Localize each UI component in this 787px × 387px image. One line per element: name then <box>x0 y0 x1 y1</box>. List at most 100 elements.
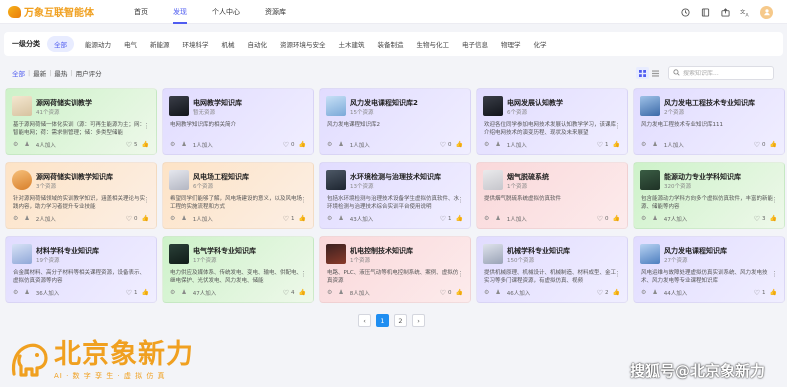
knowledge-base-card[interactable]: 电网教学知识库 暂无资源 电网教学知识库的相关简介 ⚙ ♟ 1人加入 ♡ 0 👍 <box>162 88 314 155</box>
settings-icon[interactable]: ⚙ <box>484 141 489 148</box>
knowledge-base-card[interactable]: 机电控制技术知识库 1个资源 电路、PLC、液压气动等机电控制系统、案例、虚拟仿… <box>319 236 471 303</box>
settings-icon[interactable]: ⚙ <box>641 141 646 148</box>
more-options-icon[interactable]: ⋮ <box>457 196 464 204</box>
category-resources-safety[interactable]: 资源环境与安全 <box>280 39 326 49</box>
category-bio-chemical[interactable]: 生物与化工 <box>417 39 450 49</box>
knowledge-base-card[interactable]: 水环境检测与治理技术知识库 13个资源 包括水环境检测与治理技术设备学生虚拟仿真… <box>319 162 471 229</box>
category-mechanical[interactable]: 机械 <box>222 39 235 49</box>
knowledge-base-card[interactable]: 材料学科专业知识库 19个资源 合金属材料、高分子材料等相关课程资源，设备表示、… <box>5 236 157 303</box>
more-options-icon[interactable]: ⋮ <box>143 196 150 204</box>
knowledge-base-card[interactable]: 机械学科专业知识库 150个资源 提供机械原理、机械设计、机械制造、材料成型、金… <box>476 236 628 303</box>
favorite-icon[interactable]: ♡ <box>754 141 760 149</box>
settings-icon[interactable]: ⚙ <box>13 215 18 222</box>
thumbs-up-icon[interactable]: 👍 <box>456 215 463 222</box>
favorite-icon[interactable]: ♡ <box>754 215 760 223</box>
thumbs-up-icon[interactable]: 👍 <box>770 289 777 296</box>
translate-icon[interactable]: 文A <box>738 5 752 19</box>
thumbs-up-icon[interactable]: 👍 <box>770 141 777 148</box>
knowledge-base-card[interactable]: 烟气脱硫系统 1个资源 提供烟气脱硫系统虚拟仿真软件 ⚙ ♟ 1人加入 ♡ 0 … <box>476 162 628 229</box>
filter-all[interactable]: 全部 <box>12 68 25 78</box>
category-physics[interactable]: 物理学 <box>501 39 521 49</box>
page-button-2[interactable]: 2 <box>394 314 407 327</box>
filter-newest[interactable]: 最新 <box>33 68 46 78</box>
app-logo[interactable]: 万象互联智能体 <box>8 4 120 19</box>
more-options-icon[interactable]: ⋮ <box>614 270 621 278</box>
settings-icon[interactable]: ⚙ <box>327 289 332 296</box>
more-options-icon[interactable]: ⋮ <box>143 122 150 130</box>
settings-icon[interactable]: ⚙ <box>170 141 175 148</box>
knowledge-base-card[interactable]: 风力发电课程知识库 27个资源 风电运维与故障处理虚拟仿真实训系统、风力发电技术… <box>633 236 785 303</box>
user-avatar[interactable] <box>760 5 773 19</box>
more-options-icon[interactable]: ⋮ <box>771 270 778 278</box>
category-civil-construction[interactable]: 土木建筑 <box>339 39 365 49</box>
search-input[interactable] <box>683 69 768 77</box>
knowledge-base-card[interactable]: 电网发展认知教学 6个资源 欢迎各位同学参加电网技术发展认知教学学习，该课库介绍… <box>476 88 628 155</box>
nav-item-resource-library[interactable]: 资源库 <box>265 0 286 24</box>
history-icon[interactable] <box>678 5 692 19</box>
thumbs-up-icon[interactable]: 👍 <box>770 215 777 222</box>
favorite-icon[interactable]: ♡ <box>754 289 760 297</box>
settings-icon[interactable]: ⚙ <box>327 215 332 222</box>
category-environmental-science[interactable]: 环境科学 <box>183 39 209 49</box>
knowledge-base-card[interactable]: 风力发电课程知识库2 15个资源 风力发电课程知识库2 ⚙ ♟ 1人加入 ♡ 0… <box>319 88 471 155</box>
favorite-icon[interactable]: ♡ <box>440 215 446 223</box>
knowledge-base-card[interactable]: 源网荷储实训教学知识库 3个资源 针对源网荷储领域的实训教学知识，涵盖相关理论与… <box>5 162 157 229</box>
next-page-button[interactable]: › <box>412 314 425 327</box>
thumbs-up-icon[interactable]: 👍 <box>613 289 620 296</box>
page-button-1[interactable]: 1 <box>376 314 389 327</box>
more-options-icon[interactable]: ⋮ <box>457 270 464 278</box>
favorite-icon[interactable]: ♡ <box>440 141 446 149</box>
thumbs-up-icon[interactable]: 👍 <box>299 215 306 222</box>
knowledge-base-card[interactable]: 风电场工程知识库 6个资源 希望同学们能够了解，风电场建设的意义，以及风电场工程… <box>162 162 314 229</box>
more-options-icon[interactable]: ⋮ <box>300 196 307 204</box>
more-options-icon[interactable]: ⋮ <box>614 122 621 130</box>
settings-icon[interactable]: ⚙ <box>641 215 646 222</box>
knowledge-base-card[interactable]: 电气学科专业知识库 17个资源 电力供应及媒体系、传统发电、变电、输电、供配电、… <box>162 236 314 303</box>
favorite-icon[interactable]: ♡ <box>283 289 289 297</box>
more-options-icon[interactable]: ⋮ <box>771 196 778 204</box>
category-new-energy[interactable]: 新能源 <box>150 39 170 49</box>
favorite-icon[interactable]: ♡ <box>440 289 446 297</box>
thumbs-up-icon[interactable]: 👍 <box>613 215 620 222</box>
thumbs-up-icon[interactable]: 👍 <box>142 215 149 222</box>
filter-hottest[interactable]: 最热 <box>54 68 67 78</box>
favorite-icon[interactable]: ♡ <box>283 141 289 149</box>
category-equipment-manufacturing[interactable]: 装备制造 <box>378 39 404 49</box>
favorite-icon[interactable]: ♡ <box>283 215 289 223</box>
settings-icon[interactable]: ⚙ <box>170 289 175 296</box>
thumbs-up-icon[interactable]: 👍 <box>456 289 463 296</box>
category-electrical[interactable]: 电气 <box>124 39 137 49</box>
category-electronic-info[interactable]: 电子信息 <box>462 39 488 49</box>
knowledge-base-card[interactable]: 风力发电工程技术专业知识库 2个资源 风力发电工程技术专业知识库111 ⚙ ♟ … <box>633 88 785 155</box>
favorite-icon[interactable]: ♡ <box>126 141 132 149</box>
nav-item-personal-center[interactable]: 个人中心 <box>212 0 240 24</box>
settings-icon[interactable]: ⚙ <box>484 215 489 222</box>
favorite-icon[interactable]: ♡ <box>597 289 603 297</box>
thumbs-up-icon[interactable]: 👍 <box>456 141 463 148</box>
category-automation[interactable]: 自动化 <box>248 39 268 49</box>
thumbs-up-icon[interactable]: 👍 <box>142 141 149 148</box>
filter-user-rating[interactable]: 用户评分 <box>76 68 102 78</box>
settings-icon[interactable]: ⚙ <box>13 141 18 148</box>
favorite-icon[interactable]: ♡ <box>597 141 603 149</box>
list-view-icon[interactable] <box>649 67 662 79</box>
category-chemistry[interactable]: 化学 <box>534 39 547 49</box>
category-energy-power[interactable]: 能源动力 <box>85 39 111 49</box>
thumbs-up-icon[interactable]: 👍 <box>142 289 149 296</box>
thumbs-up-icon[interactable]: 👍 <box>613 141 620 148</box>
grid-view-icon[interactable] <box>636 67 649 79</box>
nav-item-discover[interactable]: 发现 <box>173 0 187 24</box>
settings-icon[interactable]: ⚙ <box>641 289 646 296</box>
favorite-icon[interactable]: ♡ <box>126 215 132 223</box>
knowledge-base-card[interactable]: 源网荷储实训教学 41个资源 基于源网荷储一体化实训（源：可再生能源为主；网：智… <box>5 88 157 155</box>
thumbs-up-icon[interactable]: 👍 <box>299 289 306 296</box>
favorite-icon[interactable]: ♡ <box>597 215 603 223</box>
category-all[interactable]: 全部 <box>47 36 74 52</box>
settings-icon[interactable]: ⚙ <box>327 141 332 148</box>
book-icon[interactable] <box>698 5 712 19</box>
thumbs-up-icon[interactable]: 👍 <box>299 141 306 148</box>
export-icon[interactable] <box>718 5 732 19</box>
nav-item-home[interactable]: 首页 <box>134 0 148 24</box>
more-options-icon[interactable]: ⋮ <box>300 270 307 278</box>
settings-icon[interactable]: ⚙ <box>170 215 175 222</box>
